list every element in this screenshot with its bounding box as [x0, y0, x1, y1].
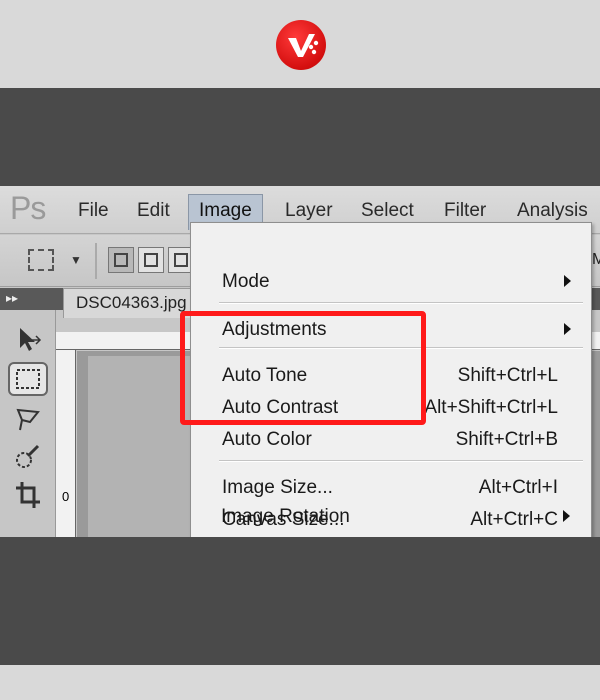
marquee-tool-icon[interactable]	[8, 362, 48, 396]
vertical-ruler	[56, 350, 76, 537]
menu-filter[interactable]: Filter	[438, 198, 492, 224]
new-selection-button[interactable]	[108, 247, 134, 273]
app-logo: Ps	[10, 190, 46, 226]
submenu-arrow-icon	[564, 323, 571, 335]
menu-item-image-size[interactable]: Image Size... Alt+Ctrl+I	[191, 473, 591, 503]
options-label: M	[592, 251, 600, 268]
collapse-icon[interactable]: ▸▸	[6, 291, 18, 305]
ruler-origin-label: 0	[62, 489, 70, 504]
separator	[95, 243, 97, 279]
bottom-band	[0, 665, 600, 700]
menu-edit[interactable]: Edit	[131, 198, 176, 224]
toolbox	[0, 310, 56, 537]
move-tool-icon[interactable]	[8, 322, 48, 356]
menu-select[interactable]: Select	[355, 198, 420, 224]
menu-separator	[219, 460, 583, 462]
lasso-tool-icon[interactable]	[8, 402, 48, 436]
frame-bottom	[0, 537, 600, 665]
menu-file[interactable]: File	[72, 198, 115, 224]
menu-item-mode[interactable]: Mode	[191, 267, 591, 297]
menu-separator	[219, 302, 583, 304]
menu-analysis[interactable]: Analysis	[511, 198, 594, 224]
menu-item-image-rotation[interactable]: Image Rotation	[190, 502, 590, 532]
brand-logo-icon	[276, 20, 326, 70]
highlight-annotation	[180, 311, 426, 425]
crop-tool-icon[interactable]	[8, 478, 48, 512]
tool-preset-icon[interactable]	[28, 249, 54, 271]
menu-layer[interactable]: Layer	[279, 198, 339, 224]
submenu-arrow-icon	[564, 275, 571, 287]
frame-top	[0, 88, 600, 186]
menu-item-auto-color[interactable]: Auto Color Shift+Ctrl+B	[191, 425, 591, 455]
top-band	[0, 0, 600, 88]
chevron-down-icon[interactable]: ▼	[70, 253, 82, 267]
add-to-selection-button[interactable]	[138, 247, 164, 273]
quick-selection-tool-icon[interactable]	[8, 440, 48, 474]
submenu-arrow-icon	[563, 510, 570, 522]
photoshop-window: Ps File Edit Image Layer Select Filter A…	[0, 186, 600, 537]
